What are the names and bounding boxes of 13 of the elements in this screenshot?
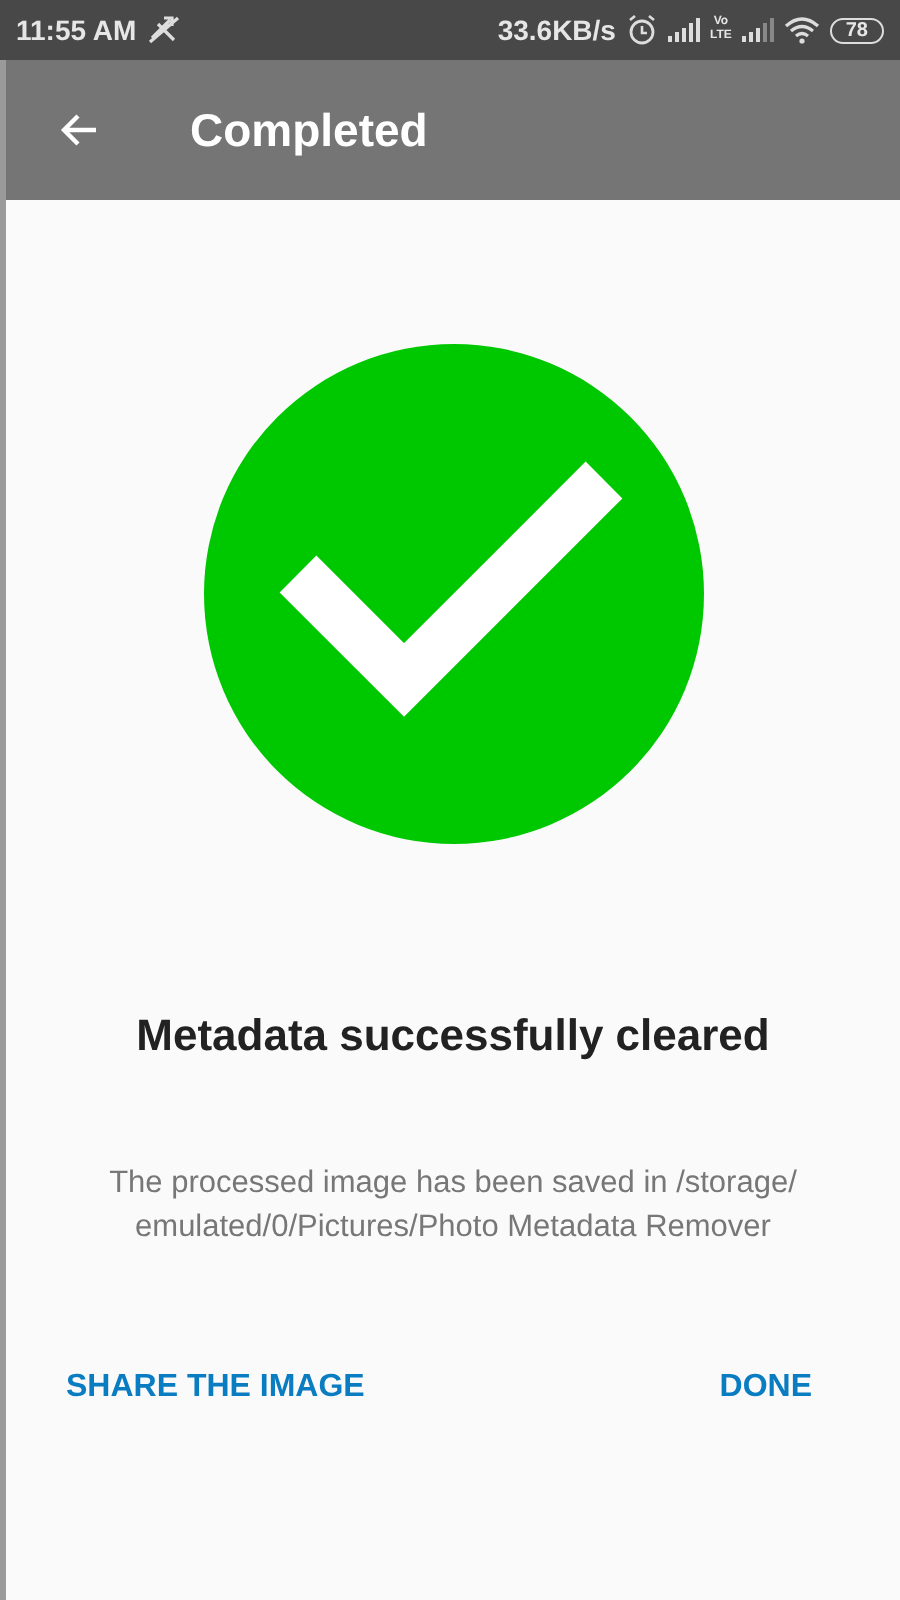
battery-level: 78 (829, 17, 884, 43)
result-title: Metadata successfully cleared (136, 1010, 770, 1062)
action-button[interactable]: SHARE THE IMAGE (66, 1362, 365, 1414)
success-check-icon (203, 344, 703, 844)
wifi-icon (783, 16, 820, 44)
result-message: The processed image has been saved in /storage/ emulated/0/Pictures/Photo Metadata Remover (107, 1164, 799, 1248)
status-time: 11:55 AM (16, 14, 137, 46)
network-speed: 33.6KB/s (497, 14, 616, 46)
screen-title: Completed (190, 103, 428, 157)
signal-icon (667, 18, 700, 42)
alarm-icon (625, 14, 658, 46)
action-button[interactable]: DONE (719, 1362, 812, 1414)
signal-icon (741, 18, 774, 42)
